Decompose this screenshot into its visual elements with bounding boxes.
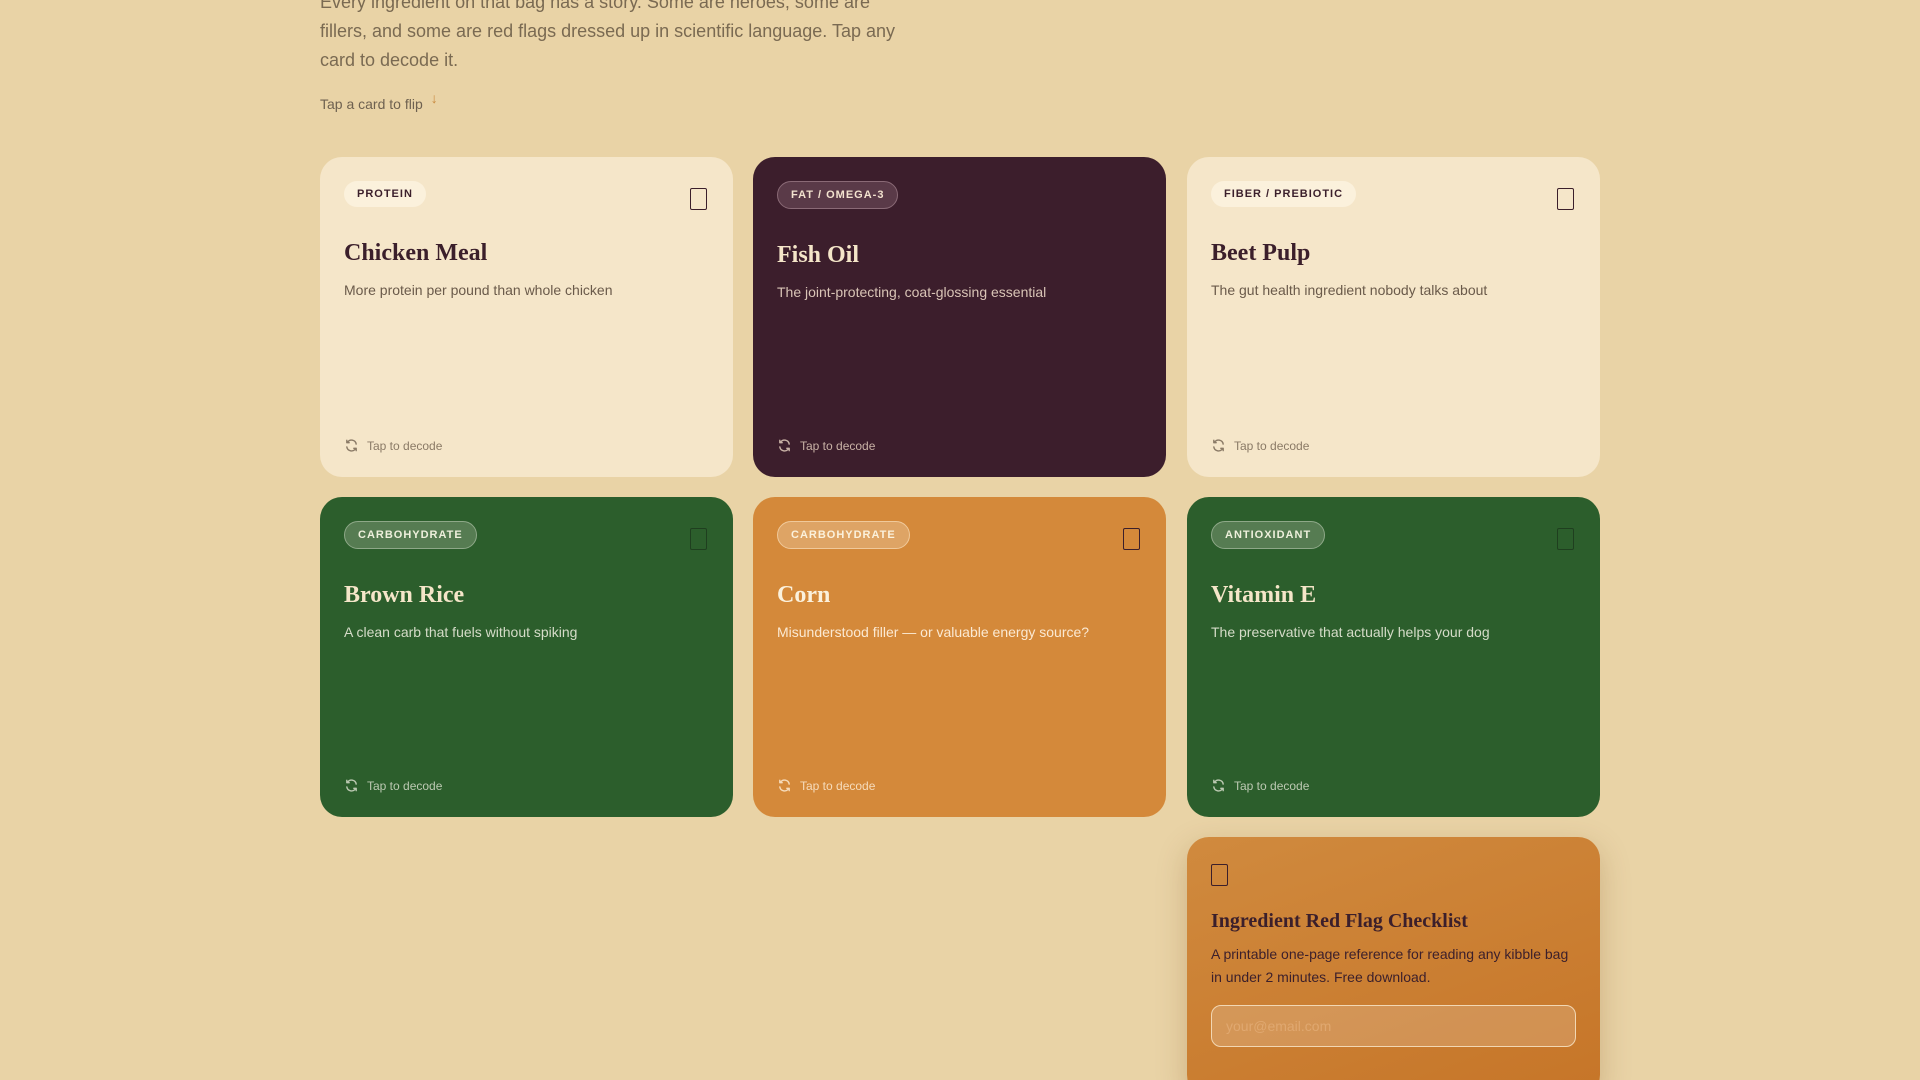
tap-to-decode[interactable]: Tap to decode bbox=[344, 438, 442, 453]
ingredient-card-corn[interactable]: CARBOHYDRATE Corn Misunderstood filler —… bbox=[753, 497, 1166, 817]
category-tag: FAT / OMEGA-3 bbox=[777, 181, 899, 209]
card-description: The joint-protecting, coat-glossing esse… bbox=[777, 284, 1047, 300]
bookmark-icon[interactable] bbox=[1123, 188, 1140, 210]
category-tag: PROTEIN bbox=[344, 181, 426, 207]
email-input[interactable] bbox=[1211, 1005, 1576, 1047]
intro-text: Every ingredient on that bag has a story… bbox=[320, 0, 895, 70]
document-icon bbox=[1211, 864, 1228, 886]
checklist-title: Ingredient Red Flag Checklist bbox=[1211, 910, 1468, 932]
card-title: Fish Oil bbox=[777, 242, 860, 268]
checklist-description: A printable one-page reference for readi… bbox=[1211, 946, 1569, 985]
card-description: The gut health ingredient nobody talks a… bbox=[1211, 282, 1488, 298]
bookmark-icon[interactable] bbox=[1557, 188, 1574, 210]
ingredient-card-vitamin-e[interactable]: ANTIOXIDANT Vitamin E The preservative t… bbox=[1187, 497, 1600, 817]
tap-to-decode[interactable]: Tap to decode bbox=[777, 438, 875, 453]
category-tag: CARBOHYDRATE bbox=[777, 521, 910, 549]
ingredient-card-fish-oil[interactable]: FAT / OMEGA-3 Fish Oil The joint-protect… bbox=[753, 157, 1166, 477]
bookmark-icon[interactable] bbox=[690, 528, 707, 550]
ingredient-card-chicken-meal[interactable]: PROTEIN Chicken Meal More protein per po… bbox=[320, 157, 733, 477]
category-tag: FIBER / PREBIOTIC bbox=[1211, 181, 1357, 207]
bookmark-icon[interactable] bbox=[690, 188, 707, 210]
card-title: Corn bbox=[777, 582, 831, 608]
arrow-down-icon: ↓ bbox=[430, 90, 438, 106]
category-tag: CARBOHYDRATE bbox=[344, 521, 477, 549]
card-title: Brown Rice bbox=[344, 582, 465, 608]
tap-to-decode[interactable]: Tap to decode bbox=[344, 778, 442, 793]
flip-hint-label: Tap a card to flip bbox=[320, 96, 423, 112]
card-description: A clean carb that fuels without spiking bbox=[344, 624, 578, 640]
tap-to-decode[interactable]: Tap to decode bbox=[777, 778, 875, 793]
card-description: More protein per pound than whole chicke… bbox=[344, 282, 613, 298]
refresh-icon bbox=[346, 439, 357, 452]
refresh-icon bbox=[779, 439, 790, 452]
card-title: Vitamin E bbox=[1211, 582, 1317, 608]
tap-to-decode[interactable]: Tap to decode bbox=[1211, 438, 1309, 453]
flip-hint: Tap a card to flip ↓ bbox=[320, 90, 438, 112]
ingredient-card-beet-pulp[interactable]: FIBER / PREBIOTIC Beet Pulp The gut heal… bbox=[1187, 157, 1600, 477]
refresh-icon bbox=[346, 779, 357, 792]
bookmark-icon[interactable] bbox=[1123, 528, 1140, 550]
decode-label: Tap to decode bbox=[367, 778, 443, 793]
decode-label: Tap to decode bbox=[800, 778, 876, 793]
bookmark-icon[interactable] bbox=[1557, 528, 1574, 550]
category-tag: ANTIOXIDANT bbox=[1211, 521, 1326, 549]
card-title: Beet Pulp bbox=[1211, 240, 1311, 266]
refresh-icon bbox=[779, 779, 790, 792]
refresh-icon bbox=[1213, 439, 1224, 452]
decode-label: Tap to decode bbox=[367, 438, 443, 453]
card-description: Misunderstood filler — or valuable energ… bbox=[777, 624, 1090, 640]
decode-label: Tap to decode bbox=[800, 438, 876, 453]
decode-label: Tap to decode bbox=[1234, 778, 1310, 793]
refresh-icon bbox=[1213, 779, 1224, 792]
card-description: The preservative that actually helps you… bbox=[1211, 624, 1490, 640]
decode-label: Tap to decode bbox=[1234, 438, 1310, 453]
card-title: Chicken Meal bbox=[344, 240, 488, 266]
ingredient-card-brown-rice[interactable]: CARBOHYDRATE Brown Rice A clean carb tha… bbox=[320, 497, 733, 817]
tap-to-decode[interactable]: Tap to decode bbox=[1211, 778, 1309, 793]
red-flag-checklist-card: Ingredient Red Flag Checklist A printabl… bbox=[1187, 837, 1600, 1080]
